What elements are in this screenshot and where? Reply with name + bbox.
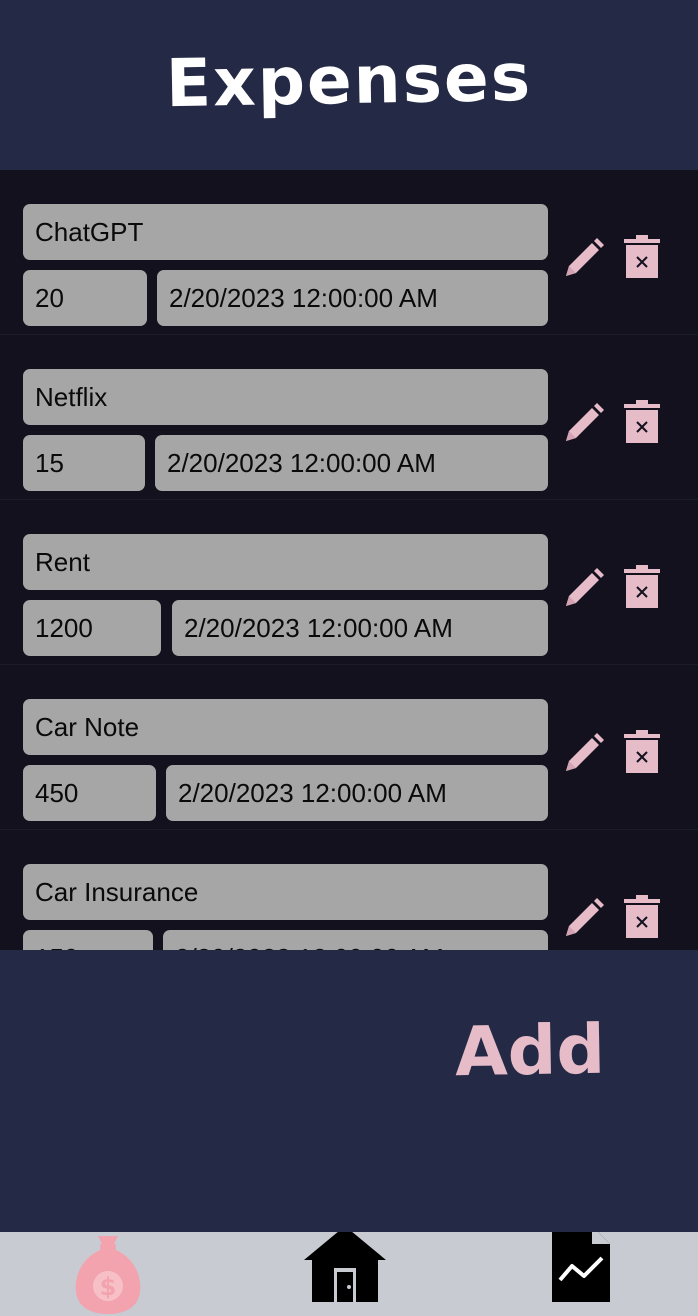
expense-amount-field[interactable]: 20 — [23, 270, 147, 326]
home-icon — [304, 1232, 386, 1302]
pencil-icon[interactable] — [560, 896, 606, 942]
expense-amount-field[interactable]: 150 — [23, 930, 153, 950]
expense-row: ChatGPT 20 2/20/2023 12:00:00 AM — [0, 170, 698, 335]
header: Expenses — [0, 0, 698, 170]
expense-date-field[interactable]: 2/20/2023 12:00:00 AM — [172, 600, 548, 656]
expense-list[interactable]: ChatGPT 20 2/20/2023 12:00:00 AM Netflix… — [0, 170, 698, 950]
trash-icon[interactable] — [624, 729, 660, 773]
page-title: Expenses — [165, 38, 533, 122]
expense-row: Car Note 450 2/20/2023 12:00:00 AM — [0, 665, 698, 830]
expense-name-field[interactable]: Netflix — [23, 369, 548, 425]
expense-name-field[interactable]: Car Note — [23, 699, 548, 755]
tab-home[interactable] — [304, 1232, 386, 1316]
expense-date-field[interactable]: 2/20/2023 12:00:00 AM — [166, 765, 548, 821]
tab-bar: $ — [0, 1232, 698, 1316]
expense-row: Netflix 15 2/20/2023 12:00:00 AM — [0, 335, 698, 500]
expense-date-field[interactable]: 2/20/2023 12:00:00 AM — [163, 930, 548, 950]
svg-text:$: $ — [100, 1273, 117, 1301]
expense-name-field[interactable]: ChatGPT — [23, 204, 548, 260]
pencil-icon[interactable] — [560, 236, 606, 282]
report-chart-icon — [552, 1232, 610, 1302]
tab-reports[interactable] — [550, 1232, 612, 1316]
expense-row: Car Insurance 150 2/20/2023 12:00:00 AM — [0, 830, 698, 950]
trash-icon[interactable] — [624, 564, 660, 608]
trash-icon[interactable] — [624, 234, 660, 278]
footer-panel: Add — [0, 950, 698, 1232]
expense-name-field[interactable]: Car Insurance — [23, 864, 548, 920]
pencil-icon[interactable] — [560, 566, 606, 612]
expense-amount-field[interactable]: 15 — [23, 435, 145, 491]
expense-amount-field[interactable]: 450 — [23, 765, 156, 821]
expense-row: Rent 1200 2/20/2023 12:00:00 AM — [0, 500, 698, 665]
expense-date-field[interactable]: 2/20/2023 12:00:00 AM — [157, 270, 548, 326]
expense-name-field[interactable]: Rent — [23, 534, 548, 590]
add-button[interactable]: Add — [454, 1011, 605, 1093]
pencil-icon[interactable] — [560, 731, 606, 777]
expense-date-field[interactable]: 2/20/2023 12:00:00 AM — [155, 435, 548, 491]
trash-icon[interactable] — [624, 894, 660, 938]
tab-expenses[interactable]: $ — [70, 1232, 146, 1316]
trash-icon[interactable] — [624, 399, 660, 443]
expense-amount-field[interactable]: 1200 — [23, 600, 161, 656]
money-bag-icon: $ — [75, 1236, 141, 1314]
pencil-icon[interactable] — [560, 401, 606, 447]
